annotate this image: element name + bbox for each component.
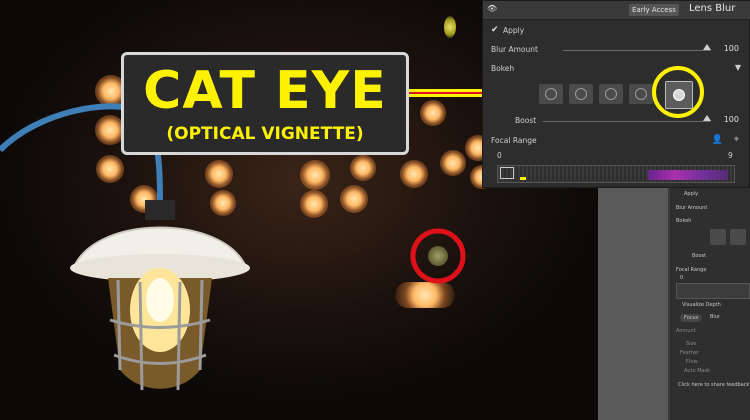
person-icon[interactable]: 👤 <box>712 135 723 145</box>
callout-title: CAT EYE <box>143 61 387 121</box>
early-access-badge: Early Access <box>629 4 679 16</box>
panel-header: 👁 Early Access Lens Blur <box>483 1 750 20</box>
checkbox-checked-icon[interactable]: ✔ <box>491 25 499 35</box>
cat-eye-callout: CAT EYE (OPTICAL VIGNETTE) <box>121 52 409 155</box>
blur-amount-track[interactable] <box>563 50 711 51</box>
apply-label: Apply <box>503 26 525 35</box>
bokeh-label: Bokeh <box>491 64 515 73</box>
blur-amount-value[interactable]: 100 <box>724 44 739 53</box>
depth-histogram <box>648 170 728 180</box>
focal-handle[interactable] <box>500 167 514 179</box>
yellow-circle-highlight <box>652 66 704 118</box>
triangle-down-icon[interactable]: ▼ <box>735 63 741 72</box>
focal-range-bar[interactable] <box>497 165 735 183</box>
panel-title: Lens Blur <box>689 3 736 14</box>
boost-value[interactable]: 100 <box>724 115 739 124</box>
crosshair-icon[interactable]: ⌖ <box>734 135 739 145</box>
focal-range-label: Focal Range <box>491 136 537 145</box>
callout-subtitle: (OPTICAL VIGNETTE) <box>166 124 364 144</box>
eye-icon[interactable]: 👁 <box>487 5 497 13</box>
boost-label: Boost <box>515 116 537 125</box>
bokeh-option-3[interactable] <box>599 84 623 104</box>
blur-amount-thumb[interactable] <box>703 44 711 50</box>
blur-amount-label: Blur Amount <box>491 45 538 54</box>
bokeh-option-1[interactable] <box>539 84 563 104</box>
focal-max-label: 9 <box>728 151 733 160</box>
focal-marker <box>520 177 526 180</box>
bokeh-option-2[interactable] <box>569 84 593 104</box>
focal-min-label: 0 <box>497 151 502 160</box>
